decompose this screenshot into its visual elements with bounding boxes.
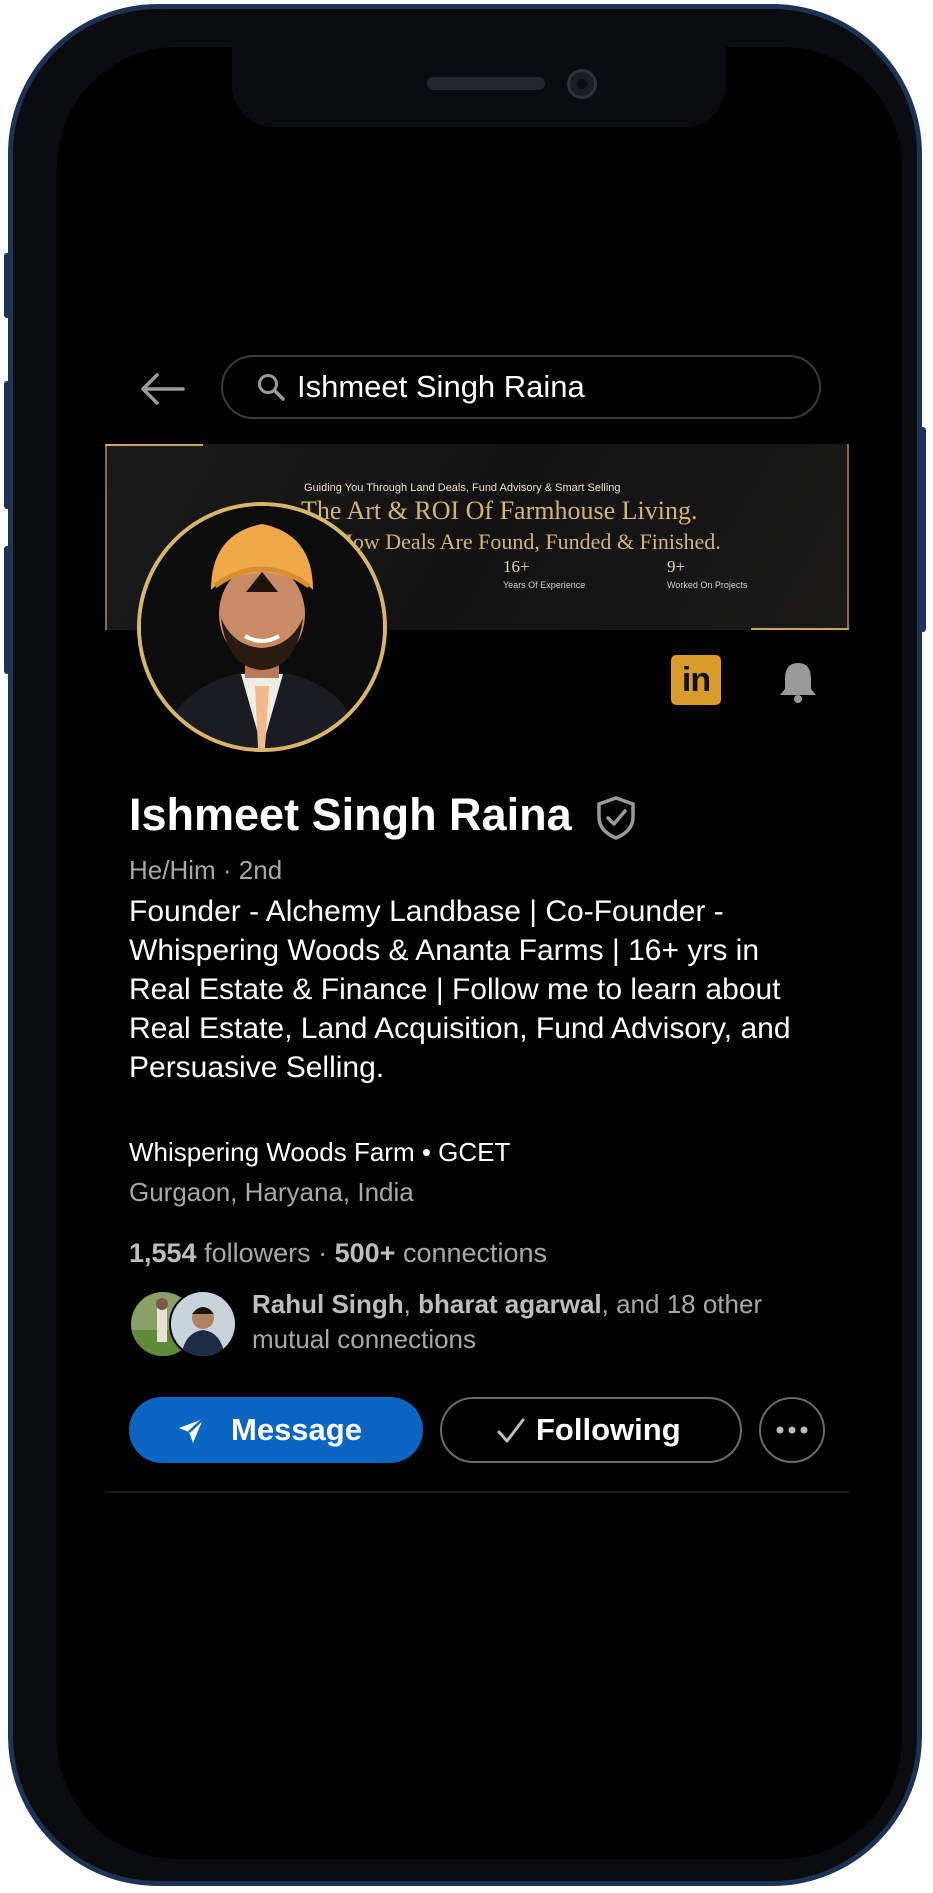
avatar — [169, 1290, 237, 1358]
verified-shield-icon[interactable] — [595, 795, 637, 841]
send-icon — [179, 1418, 204, 1443]
mutual-connection-avatars[interactable] — [129, 1290, 239, 1358]
mutual-connections-text[interactable]: Rahul Singh, bharat agarwal, and 18 othe… — [252, 1287, 812, 1357]
back-arrow-icon[interactable] — [137, 369, 187, 409]
banner-stat-label: Years Of Experience — [503, 580, 586, 590]
notch — [232, 47, 726, 127]
search-query: Ishmeet Singh Raina — [297, 369, 585, 404]
volume-down-button — [4, 546, 10, 674]
silent-switch — [4, 253, 10, 318]
banner-frame — [847, 444, 849, 630]
message-button[interactable]: Message — [129, 1397, 423, 1463]
profile-headline: Founder - Alchemy Landbase | Co-Founder … — [129, 895, 791, 1084]
pronouns-degree: He/Him · 2nd — [129, 855, 283, 885]
connections-count: 500+ — [334, 1238, 396, 1268]
divider — [105, 1491, 849, 1493]
volume-up-button — [4, 381, 10, 509]
following-button-label: Following — [536, 1412, 681, 1447]
linkedin-icon[interactable]: in — [671, 655, 721, 705]
banner-frame — [751, 628, 849, 630]
bell-icon[interactable] — [775, 659, 821, 705]
followers-label: followers · — [196, 1238, 335, 1268]
profile-company[interactable]: Whispering Woods Farm • GCET — [129, 1137, 510, 1168]
banner-frame — [105, 444, 203, 446]
power-button — [920, 427, 926, 632]
profile-photo-image — [141, 506, 383, 748]
checkmark-icon — [497, 1418, 525, 1443]
banner-title: The Art & ROI Of Farmhouse Living. — [301, 496, 698, 525]
mutual-name: Rahul Singh — [252, 1289, 404, 1319]
search-input[interactable]: Ishmeet Singh Raina — [221, 355, 821, 419]
speaker — [427, 77, 545, 90]
banner-stat-label: Worked On Projects — [667, 580, 748, 590]
profile-name: Ishmeet Singh Raina — [129, 789, 572, 840]
more-button[interactable] — [759, 1397, 825, 1463]
banner-subtitle: How Deals Are Found, Funded & Finished. — [337, 529, 721, 554]
banner-stat-value: 16+ — [503, 557, 530, 576]
screen: Ishmeet Singh Raina Guiding You Through … — [57, 47, 902, 1859]
more-icon — [776, 1426, 808, 1434]
followers-connections[interactable]: 1,554 followers · 500+ connections — [129, 1238, 547, 1269]
front-camera — [567, 69, 597, 99]
connections-label: connections — [395, 1238, 548, 1268]
following-button[interactable]: Following — [440, 1397, 742, 1463]
profile-location: Gurgaon, Haryana, India — [129, 1177, 414, 1207]
message-button-label: Message — [231, 1412, 362, 1447]
mutual-name: bharat agarwal — [418, 1289, 602, 1319]
banner-frame — [105, 444, 107, 630]
followers-count: 1,554 — [129, 1238, 197, 1268]
search-icon — [258, 374, 285, 401]
phone-frame: Ishmeet Singh Raina Guiding You Through … — [4, 4, 926, 1886]
banner-stat-value: 9+ — [667, 557, 686, 576]
mutual-sep: , — [403, 1289, 419, 1319]
profile-photo[interactable] — [137, 502, 387, 752]
banner-tagline: Guiding You Through Land Deals, Fund Adv… — [304, 482, 621, 494]
